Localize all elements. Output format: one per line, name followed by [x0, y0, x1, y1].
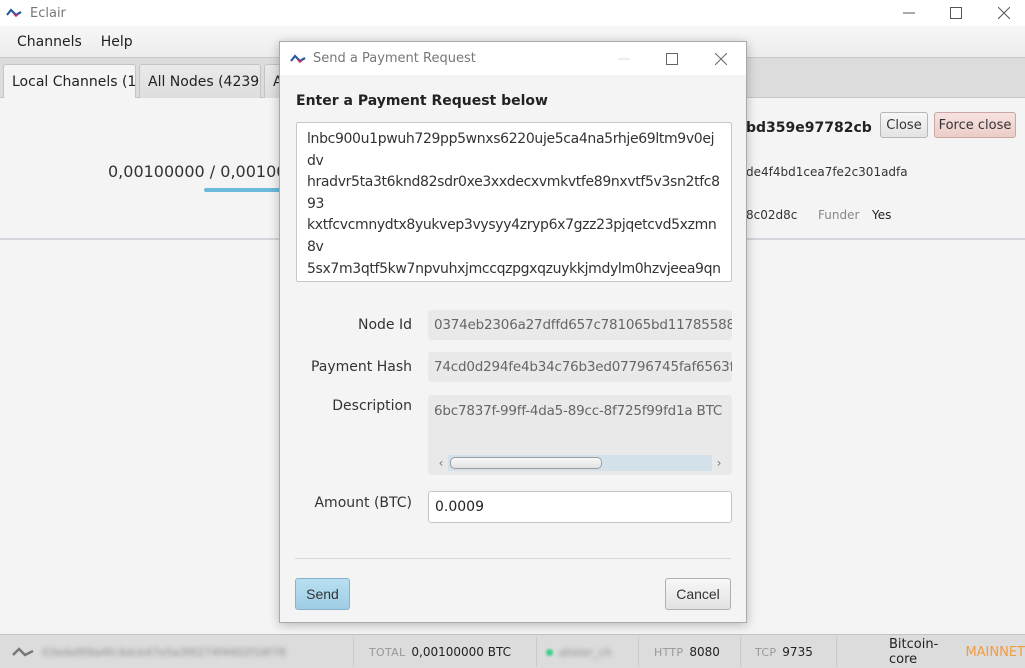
peer-cell: alister_ch	[546, 635, 612, 668]
close-window-button[interactable]	[981, 0, 1025, 26]
force-close-channel-button[interactable]: Force close	[934, 112, 1016, 138]
status-separator	[836, 637, 837, 667]
tcp-cell: TCP 9735	[755, 635, 813, 668]
channel-id: bd359e97782cb	[746, 120, 872, 136]
menu-help[interactable]: Help	[93, 34, 141, 50]
connection-status-dot	[546, 648, 553, 656]
eclair-logo-icon	[290, 53, 306, 63]
tcp-label: TCP	[755, 645, 777, 659]
status-bar: 03e4ef09a4fc4dcb47e5a3f0274f4402f16f78 T…	[0, 634, 1025, 668]
status-separator	[536, 637, 537, 667]
dialog-heading: Enter a Payment Request below	[296, 93, 548, 109]
dialog-separator	[295, 558, 731, 559]
menu-channels[interactable]: Channels	[9, 34, 90, 50]
node-id-field[interactable]: 0374eb2306a27dffd657c781065bd11785588	[428, 310, 732, 340]
close-icon	[998, 7, 1010, 19]
payment-hash-label: Payment Hash	[310, 359, 412, 375]
backend-label: Bitcoin-core	[889, 637, 939, 667]
peer-alias: alister_ch	[559, 645, 612, 659]
channel-node-id: de4f4bd1cea7fe2c301adfa	[746, 165, 908, 179]
scroll-left-icon[interactable]: ‹	[434, 455, 448, 471]
http-cell: HTTP 8080	[654, 635, 720, 668]
dialog-title: Send a Payment Request	[313, 51, 476, 66]
maximize-icon	[666, 52, 678, 65]
status-separator	[353, 637, 354, 667]
description-value: 6bc7837f-99ff-4da5-89cc-8f725f99fd1a BTC	[434, 403, 723, 419]
eclair-status-icon	[12, 647, 34, 657]
http-label: HTTP	[654, 645, 684, 659]
funder-label: Funder	[818, 208, 860, 222]
amount-input[interactable]	[428, 491, 732, 523]
minimize-button[interactable]	[886, 0, 932, 26]
dialog-minimize-button[interactable]	[601, 42, 647, 75]
minimize-icon	[618, 58, 630, 59]
tab-local-channels[interactable]: Local Channels (1)	[3, 64, 136, 99]
channel-balance-bar	[204, 188, 284, 192]
dialog-titlebar: Send a Payment Request	[280, 42, 746, 75]
channel-short-id: 8c02d8c	[746, 208, 798, 222]
dialog-maximize-button[interactable]	[649, 42, 695, 75]
dialog-close-button[interactable]	[698, 42, 744, 75]
network-badge: MAINNET	[965, 644, 1025, 660]
window-title: Eclair	[30, 5, 66, 21]
http-port: 8080	[689, 645, 720, 659]
amount-label: Amount (BTC)	[314, 495, 412, 511]
maximize-icon	[950, 7, 962, 19]
payment-hash-field[interactable]: 74cd0d294fe4b34c76b3ed07796745faf6563f	[428, 352, 732, 382]
network-cell: Bitcoin-core MAINNET	[889, 635, 1025, 668]
scroll-right-icon[interactable]: ›	[712, 455, 726, 471]
status-separator	[740, 637, 741, 667]
total-label: TOTAL	[369, 645, 406, 659]
funder-value: Yes	[872, 208, 892, 222]
status-separator	[638, 637, 639, 667]
node-alias: 03e4ef09a4fc4dcb47e5a3f0274f4402f16f78	[42, 645, 287, 659]
tcp-port: 9735	[782, 645, 813, 659]
tab-all-nodes[interactable]: All Nodes (4239)	[139, 64, 261, 98]
scrollbar-thumb[interactable]	[450, 457, 602, 469]
description-field[interactable]: 6bc7837f-99ff-4da5-89cc-8f725f99fd1a BTC…	[428, 395, 732, 475]
cancel-button[interactable]: Cancel	[665, 578, 731, 610]
description-label: Description	[332, 398, 412, 414]
total-value: 0,00100000 BTC	[411, 645, 511, 659]
close-icon	[715, 52, 727, 65]
eclair-logo-icon	[6, 8, 22, 18]
maximize-button[interactable]	[933, 0, 979, 26]
minimize-icon	[903, 12, 915, 14]
node-id-label: Node Id	[357, 317, 412, 333]
send-payment-dialog: Send a Payment Request Enter a Payment R…	[279, 41, 747, 623]
description-horizontal-scrollbar[interactable]: ‹ ›	[434, 455, 726, 471]
node-alias-cell: 03e4ef09a4fc4dcb47e5a3f0274f4402f16f78	[12, 635, 286, 668]
scrollbar-track[interactable]	[448, 455, 712, 471]
window-titlebar: Eclair	[0, 0, 1025, 26]
total-cell: TOTAL 0,00100000 BTC	[369, 635, 511, 668]
close-channel-button[interactable]: Close	[880, 112, 928, 138]
payment-request-input[interactable]: lnbc900u1pwuh729pp5wnxs6220uje5ca4na5rhj…	[296, 122, 732, 282]
send-button[interactable]: Send	[295, 578, 350, 610]
